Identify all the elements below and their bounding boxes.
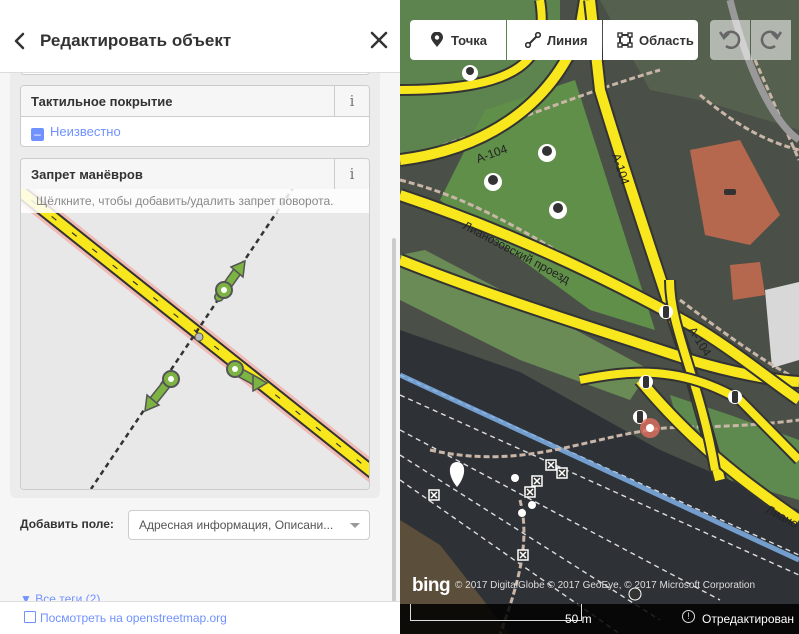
undo-icon bbox=[718, 30, 741, 49]
add-point-label: Точка bbox=[451, 33, 488, 48]
tactile-paving-field: Тактильное покрытие i – Неизвестно bbox=[20, 85, 370, 147]
turn-restrictions-label: Запрет манёвров bbox=[31, 167, 143, 182]
turn-restrictions-field: Запрет манёвров i Щёлкните, чтобы добави… bbox=[20, 158, 370, 490]
tree-icon[interactable] bbox=[549, 201, 567, 219]
traffic-signal-icon[interactable] bbox=[659, 305, 673, 319]
map-canvas[interactable]: А-104 А-104 А-104 Лианозовский проезд Ли… bbox=[400, 0, 799, 634]
undo-button[interactable] bbox=[710, 20, 750, 60]
info-button[interactable]: i bbox=[334, 86, 369, 116]
inspector-body: Тактильное покрытие i – Неизвестно Запрет… bbox=[10, 60, 380, 498]
bing-logo[interactable]: bing bbox=[412, 575, 451, 597]
vertex[interactable] bbox=[528, 501, 536, 509]
selected-vertex[interactable] bbox=[640, 418, 660, 438]
external-link-icon bbox=[24, 611, 36, 623]
turn-restriction-hint: Щёлкните, чтобы добавить/удалить запрет … bbox=[21, 189, 369, 213]
osm-link-text: Посмотреть на openstreetmap.org bbox=[40, 611, 227, 625]
intersection-vertex[interactable] bbox=[194, 332, 204, 342]
line-icon bbox=[525, 32, 541, 48]
traffic-signal-icon[interactable] bbox=[639, 375, 653, 389]
edited-status[interactable]: Отредактирован bbox=[702, 612, 794, 626]
tree-icon[interactable] bbox=[462, 65, 478, 81]
area-icon bbox=[617, 32, 633, 48]
field-label: Запрет манёвров i bbox=[21, 159, 369, 190]
minus-icon: – bbox=[31, 128, 44, 141]
traffic-signal-icon[interactable] bbox=[728, 390, 742, 404]
vertex[interactable] bbox=[511, 474, 519, 482]
building bbox=[730, 262, 765, 300]
redo-icon bbox=[760, 30, 783, 49]
tree-icon[interactable] bbox=[484, 173, 502, 191]
info-circle-icon: ! bbox=[682, 610, 695, 623]
inspector-header: Редактировать объект bbox=[0, 0, 400, 73]
add-field-combobox[interactable]: Адресная информация, Описани... bbox=[128, 510, 370, 540]
tactile-paving-checkbox[interactable]: – Неизвестно bbox=[31, 124, 121, 141]
add-field-value: Адресная информация, Описани... bbox=[139, 518, 334, 532]
chevron-down-icon bbox=[350, 523, 360, 528]
scale-bar[interactable] bbox=[410, 604, 582, 621]
map-footer: 50 m ! Отредактирован bbox=[400, 604, 799, 634]
chevron-left-icon[interactable] bbox=[10, 28, 30, 54]
car-icon[interactable] bbox=[722, 184, 738, 200]
sidebar-scrollbar[interactable] bbox=[392, 238, 396, 608]
inspector-footer: Посмотреть на openstreetmap.org bbox=[0, 601, 400, 634]
close-icon[interactable] bbox=[366, 27, 392, 53]
add-line-label: Линия bbox=[547, 33, 588, 48]
turn-restriction-editor[interactable] bbox=[21, 189, 369, 489]
info-button[interactable]: i bbox=[334, 159, 369, 189]
tactile-paving-value: Неизвестно bbox=[50, 124, 121, 139]
map-marker-icon bbox=[431, 32, 443, 47]
map-area[interactable]: А-104 А-104 А-104 Лианозовский проезд Ли… bbox=[400, 0, 799, 634]
hint-text: Щёлкните, чтобы добавить/удалить запрет … bbox=[36, 194, 334, 208]
tree-icon[interactable] bbox=[538, 144, 556, 162]
field-label: Тактильное покрытие i bbox=[21, 86, 369, 117]
add-area-button[interactable]: Область bbox=[603, 20, 698, 60]
add-line-button[interactable]: Линия bbox=[507, 20, 602, 60]
imagery-attribution[interactable]: © 2017 DigitalGlobe © 2017 GeoEye, © 201… bbox=[455, 580, 755, 591]
inspector-title: Редактировать объект bbox=[40, 31, 232, 50]
scale-label: 50 m bbox=[565, 612, 592, 626]
redo-button[interactable] bbox=[751, 20, 791, 60]
vertex[interactable] bbox=[518, 509, 526, 517]
add-field-label: Добавить поле: bbox=[20, 517, 114, 531]
add-point-button[interactable]: Точка bbox=[410, 20, 506, 60]
inspector-sidebar: Тактильное покрытие i – Неизвестно Запрет… bbox=[0, 0, 400, 634]
add-area-label: Область bbox=[639, 33, 694, 48]
tactile-paving-label: Тактильное покрытие bbox=[31, 94, 173, 109]
